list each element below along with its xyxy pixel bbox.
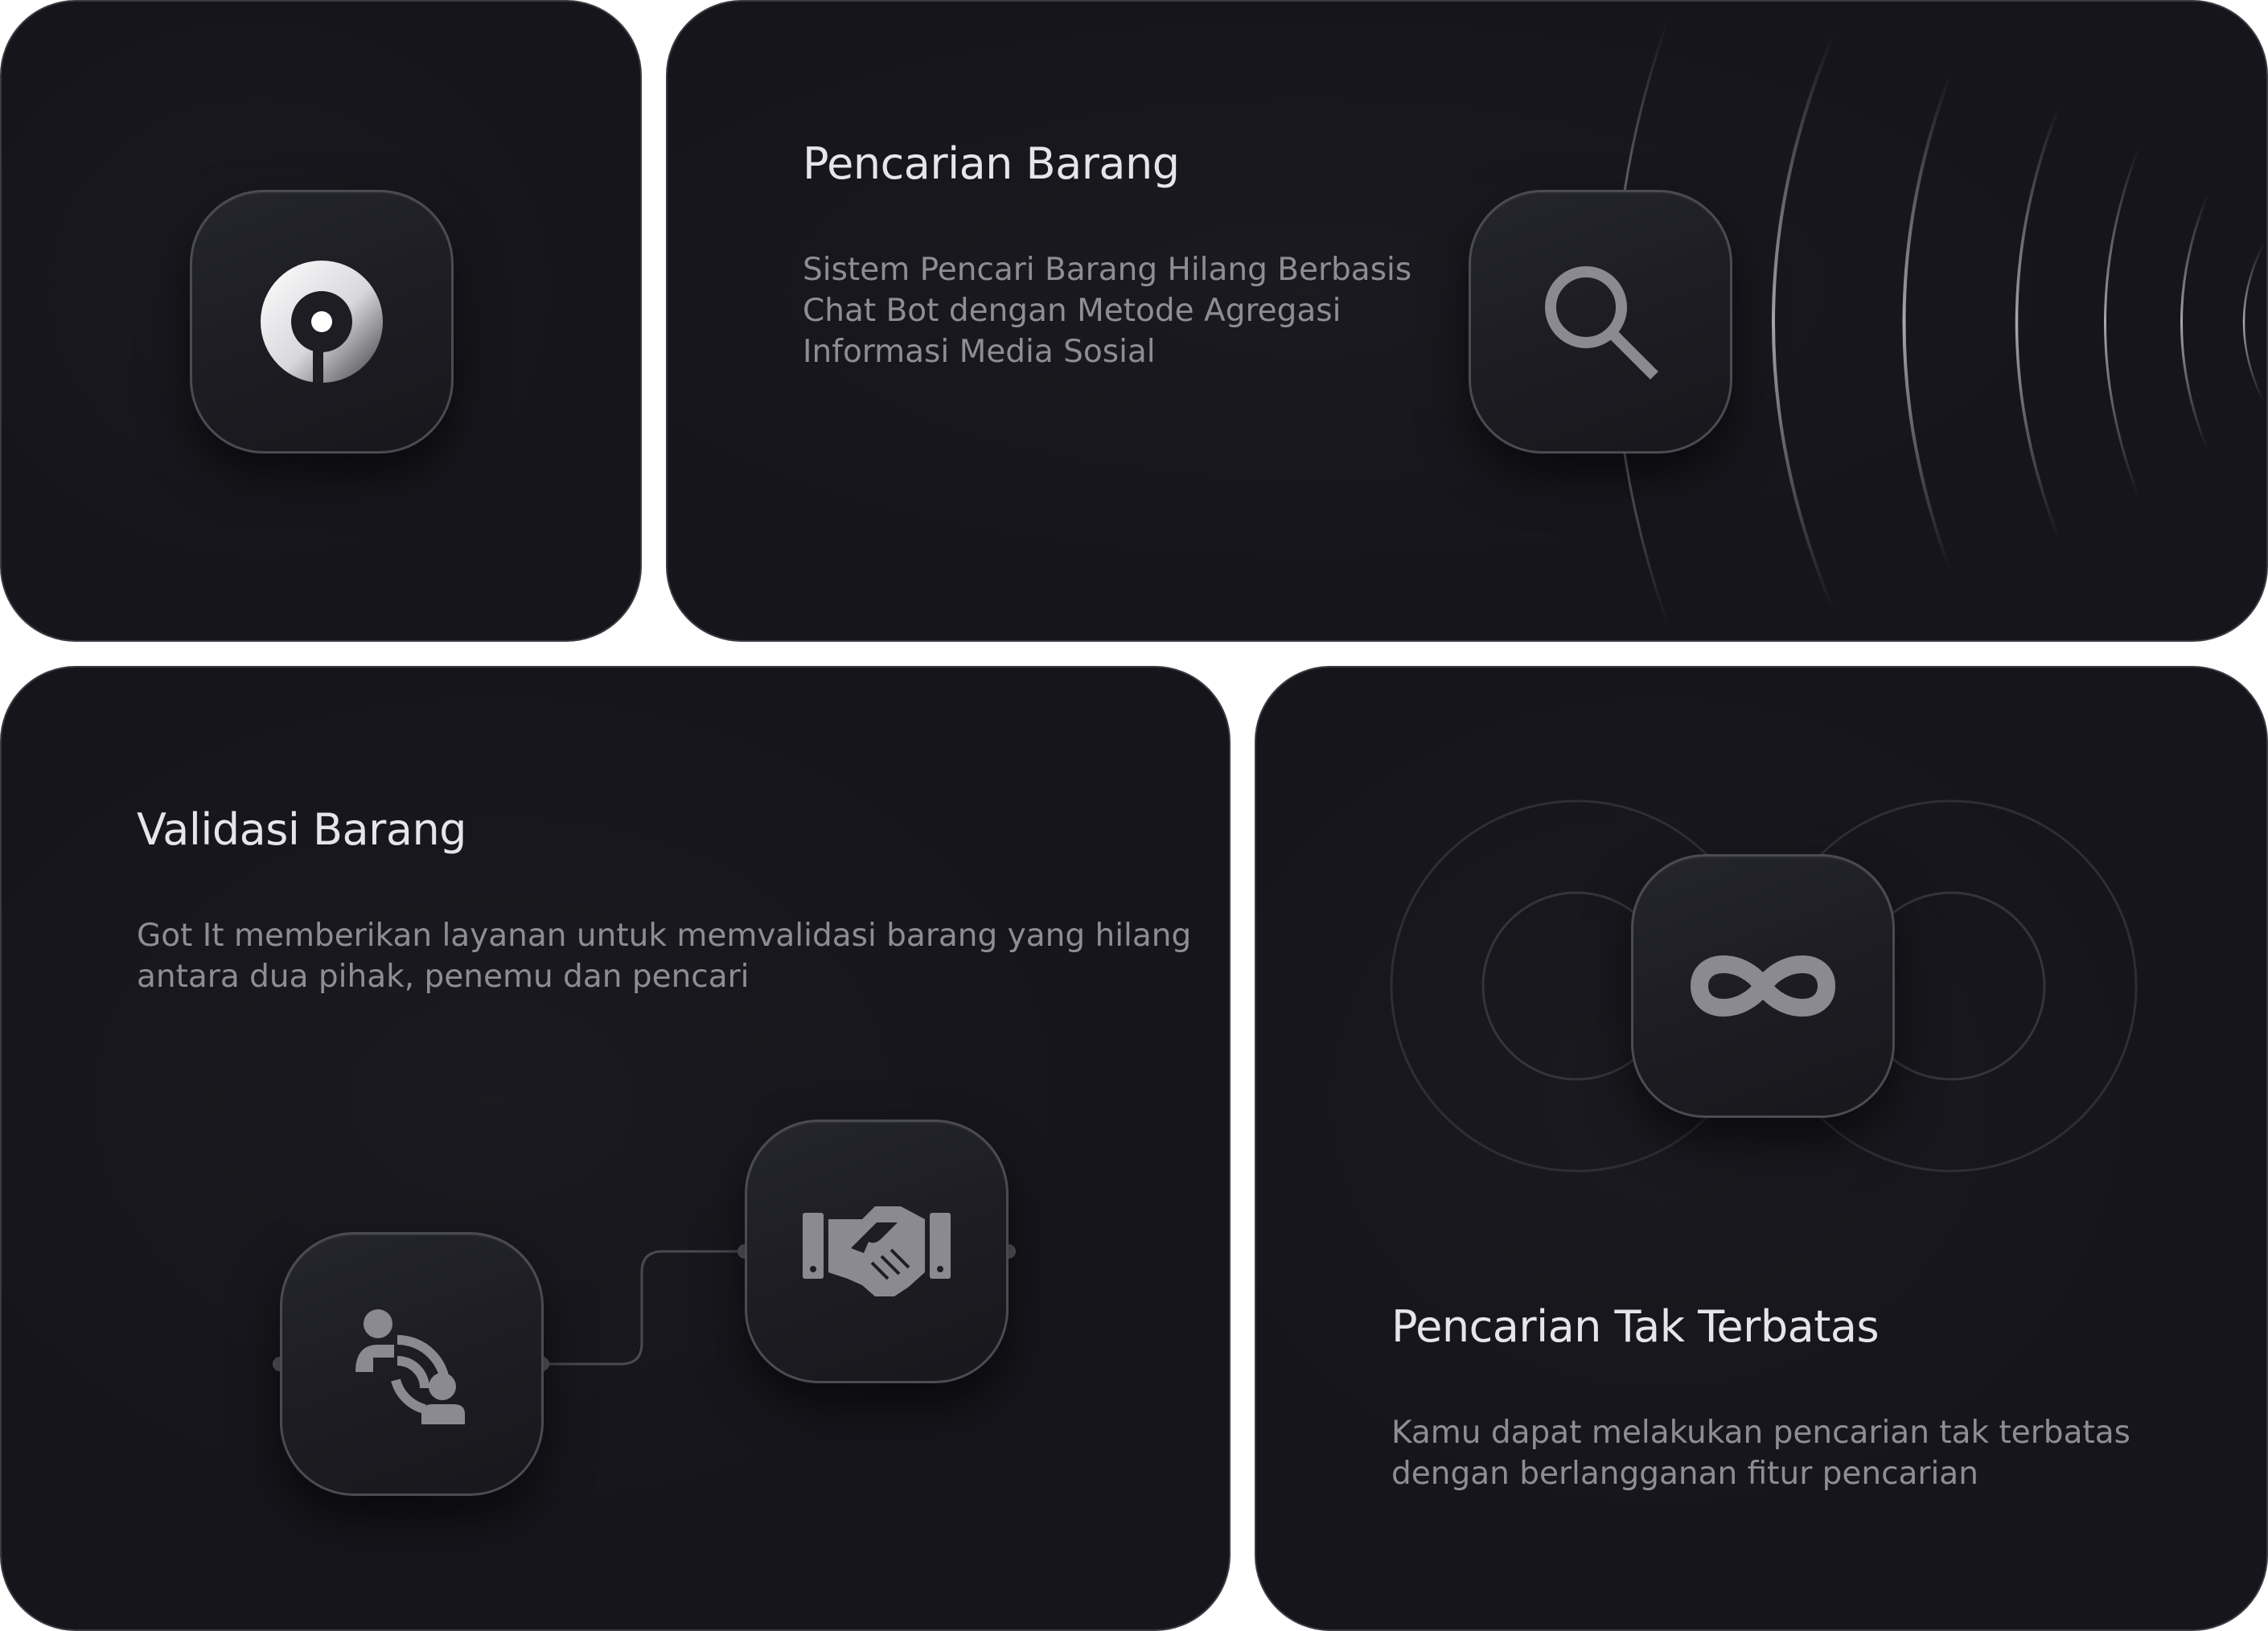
card-description: Got It memberikan layanan untuk memvalid…: [137, 918, 1192, 995]
card-title: Validasi Barang: [137, 804, 466, 855]
card-description: Sistem Pencari Barang Hilang Berbasis Ch…: [803, 252, 1412, 370]
card-title: Pencarian Barang: [803, 138, 1180, 189]
validation-feature-card: Validasi Barang Got It memberikan layana…: [0, 666, 1231, 1631]
search-icon: [1536, 257, 1665, 386]
logo-icon: [261, 261, 383, 384]
search-tile: [1469, 190, 1732, 454]
users-contact-icon: [347, 1300, 476, 1428]
infinity-icon: [1687, 946, 1839, 1026]
logo-tile: [190, 190, 454, 454]
handshake-tile: [745, 1120, 1009, 1383]
card-title: Pencarian Tak Terbatas: [1391, 1301, 1880, 1352]
logo-card: [0, 0, 642, 642]
unlimited-feature-card: Pencarian Tak Terbatas Kamu dapat melaku…: [1255, 666, 2268, 1631]
infinity-tile: [1631, 854, 1895, 1118]
contact-tile: [280, 1232, 544, 1496]
handshake-icon: [798, 1195, 955, 1308]
card-description: Kamu dapat melakukan pencarian tak terba…: [1391, 1415, 2130, 1492]
search-feature-card: Pencarian Barang Sistem Pencari Barang H…: [666, 0, 2268, 642]
